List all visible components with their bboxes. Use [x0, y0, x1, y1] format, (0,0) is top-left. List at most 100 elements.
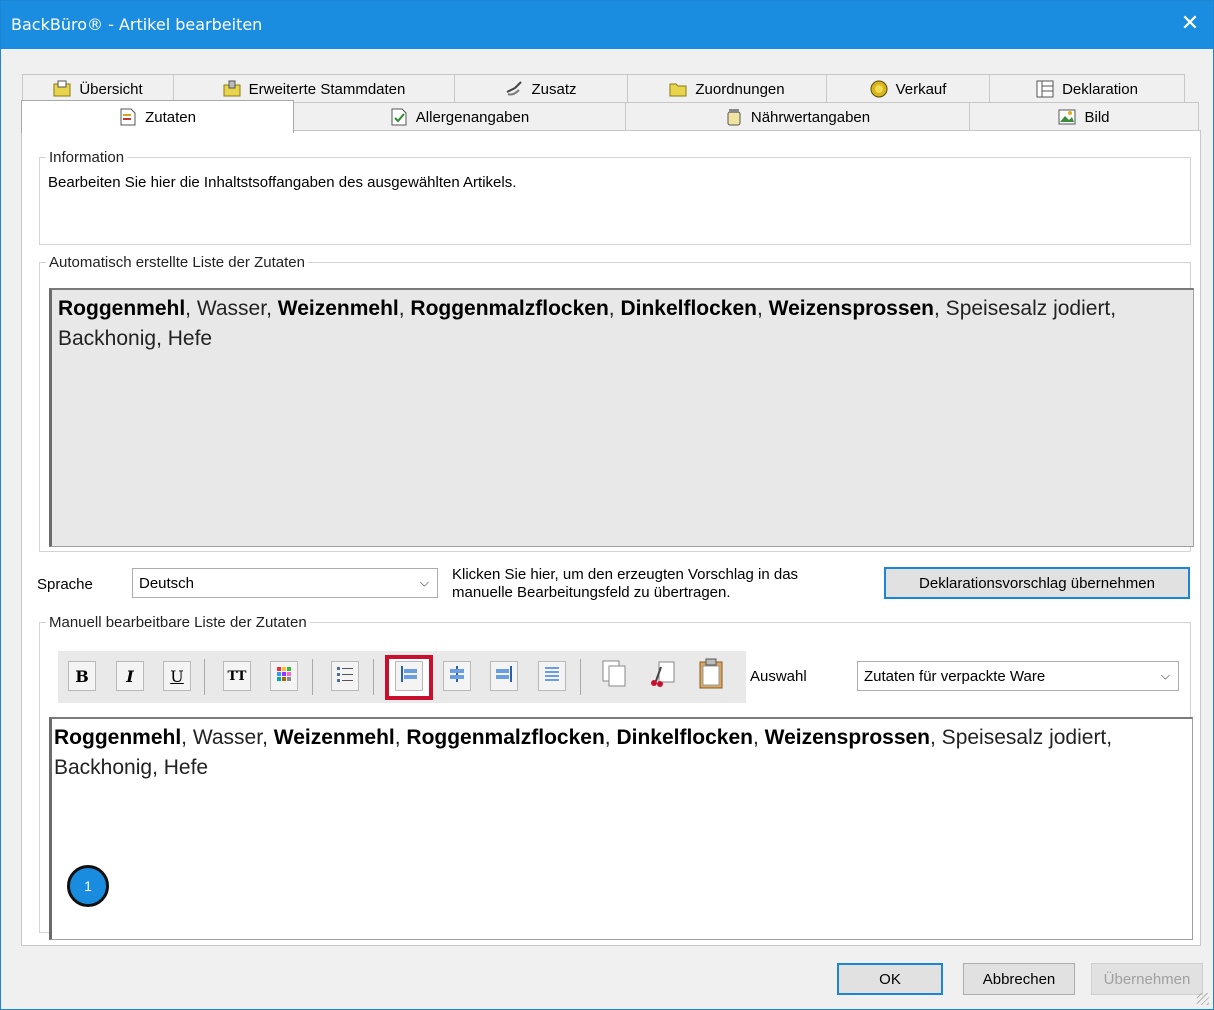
language-select[interactable]: Deutsch ⌵: [132, 568, 438, 598]
toolbar-separator: [373, 659, 374, 695]
selection-label: Auswahl: [750, 668, 807, 685]
italic-button[interactable]: I: [116, 661, 144, 691]
palette-icon: [276, 666, 292, 686]
ingredient-text: ,: [753, 726, 765, 749]
tab-zusatz[interactable]: Zusatz: [454, 74, 628, 103]
auto-list-legend: Automatisch erstellte Liste der Zutaten: [49, 254, 305, 271]
copy-icon: [601, 659, 629, 693]
folder-icon: [669, 80, 687, 98]
information-group: Information Bearbeiten Sie hier die Inha…: [39, 149, 1191, 245]
ingredient-bold: Weizensprossen: [768, 297, 935, 320]
tab-label: Verkauf: [895, 80, 947, 98]
selection-value: Zutaten für verpackte Ware: [864, 667, 1046, 685]
align-justify-button[interactable]: [538, 661, 566, 691]
ingredient-bold: Roggenmalzflocken: [406, 726, 605, 749]
apply-button[interactable]: Übernehmen: [1091, 963, 1203, 995]
tab-verkauf[interactable]: Verkauf: [826, 74, 990, 103]
tab-label: Allergenangaben: [415, 108, 530, 126]
align-center-icon: [448, 665, 466, 687]
tab-label: Nährwertangaben: [750, 108, 871, 126]
cut-button[interactable]: [646, 661, 680, 691]
hint-line: Klicken Sie hier, um den erzeugten Vorsc…: [452, 566, 799, 583]
ok-button[interactable]: OK: [837, 963, 943, 995]
folder-data-icon: [223, 80, 241, 98]
title-bar: BackBüro® - Artikel bearbeiten ✕: [1, 1, 1213, 49]
jar-icon: [725, 108, 743, 126]
ingredient-bold: Dinkelflocken: [616, 726, 753, 749]
tab-label: Zusatz: [531, 80, 577, 98]
coin-icon: [870, 80, 888, 98]
tab-row-1: Übersicht Erweiterte Stammdaten Zusatz Z…: [22, 74, 1185, 103]
underline-button[interactable]: U: [163, 661, 191, 691]
auto-ingredients-text: Roggenmehl, Wasser, Weizenmehl, Roggenma…: [49, 288, 1194, 547]
tab-zuordnungen[interactable]: Zuordnungen: [627, 74, 827, 103]
selection-select[interactable]: Zutaten für verpackte Ware ⌵: [857, 661, 1179, 691]
folder-doc-icon: [53, 80, 71, 98]
manual-list-legend: Manuell bearbeitbare Liste der Zutaten: [49, 614, 307, 631]
align-center-button[interactable]: [443, 661, 471, 691]
list-icon: [336, 665, 354, 687]
information-text: Bearbeiten Sie hier die Inhaltstsoffanga…: [48, 174, 517, 191]
bullet-list-button[interactable]: [331, 661, 359, 691]
ingredient-bold: Roggenmehl: [54, 726, 182, 749]
copy-button[interactable]: [598, 659, 632, 693]
tab-label: Zuordnungen: [695, 80, 785, 98]
tab-bild[interactable]: Bild: [969, 102, 1199, 131]
font-size-button[interactable]: TT: [223, 661, 251, 691]
ingredient-bold: Dinkelflocken: [620, 297, 757, 320]
ingredient-bold: Roggenmalzflocken: [410, 297, 609, 320]
color-button[interactable]: [270, 661, 298, 691]
paste-icon: [697, 658, 725, 694]
tab-label: Erweiterte Stammdaten: [248, 80, 406, 98]
manual-ingredients-editor[interactable]: Roggenmehl, Wasser, Weizenmehl, Roggenma…: [49, 717, 1193, 940]
paste-button[interactable]: [694, 658, 728, 694]
ingredient-bold: Weizensprossen: [764, 726, 931, 749]
tab-label: Deklaration: [1062, 80, 1138, 98]
ingredient-text: ,: [757, 297, 769, 320]
document-check-icon: [390, 108, 408, 126]
hint-line: manuelle Bearbeitungsfeld zu übertragen.: [452, 584, 731, 601]
callout-marker: 1: [67, 865, 109, 907]
tab-uebersicht[interactable]: Übersicht: [22, 74, 174, 103]
close-button[interactable]: ✕: [1177, 10, 1203, 36]
tab-panel-zutaten: Information Bearbeiten Sie hier die Inha…: [21, 130, 1201, 946]
ingredient-bold: Weizenmehl: [273, 726, 395, 749]
table-icon: [1036, 80, 1054, 98]
language-value: Deutsch: [139, 574, 195, 592]
tab-label: Übersicht: [79, 80, 143, 98]
cut-icon: [649, 659, 677, 693]
tab-naehrwertangaben[interactable]: Nährwertangaben: [625, 102, 970, 131]
information-legend: Information: [49, 149, 125, 166]
ingredient-text: ,: [604, 726, 617, 749]
auto-list-group: Automatisch erstellte Liste der Zutaten …: [39, 254, 1194, 552]
bold-button[interactable]: B: [68, 661, 96, 691]
document-icon: [119, 108, 137, 126]
tab-deklaration[interactable]: Deklaration: [989, 74, 1185, 103]
toolbar-separator: [204, 659, 205, 695]
cancel-button[interactable]: Abbrechen: [963, 963, 1075, 995]
language-hint: Klicken Sie hier, um den erzeugten Vorsc…: [452, 566, 798, 602]
chevron-down-icon: ⌵: [1160, 668, 1170, 683]
tab-allergenangaben[interactable]: Allergenangaben: [293, 102, 626, 131]
resize-grip[interactable]: [1197, 993, 1209, 1005]
toolbar-separator: [580, 659, 581, 695]
dialog-window: BackBüro® - Artikel bearbeiten ✕ Übersic…: [0, 0, 1214, 1010]
align-justify-icon: [543, 665, 561, 687]
tab-zutaten[interactable]: Zutaten: [21, 100, 294, 133]
align-right-button[interactable]: [490, 661, 518, 691]
toolbar-separator: [312, 659, 313, 695]
align-left-button[interactable]: [395, 661, 423, 691]
ingredient-text: , Wasser,: [185, 297, 278, 320]
chevron-down-icon: ⌵: [419, 575, 429, 590]
align-left-icon: [400, 665, 418, 687]
ingredient-text: ,: [608, 297, 621, 320]
apply-proposal-button[interactable]: Deklarationsvorschlag übernehmen: [884, 567, 1190, 599]
tab-row-2: Zutaten Allergenangaben Nährwertangaben …: [21, 100, 1199, 133]
format-toolbar: B I U TT: [58, 651, 746, 703]
image-icon: [1058, 108, 1076, 126]
tab-label: Bild: [1084, 108, 1110, 126]
window-title: BackBüro® - Artikel bearbeiten: [11, 15, 263, 34]
align-right-icon: [495, 665, 513, 687]
tab-erweiterte-stammdaten[interactable]: Erweiterte Stammdaten: [173, 74, 455, 103]
ingredient-text: ,: [398, 297, 411, 320]
